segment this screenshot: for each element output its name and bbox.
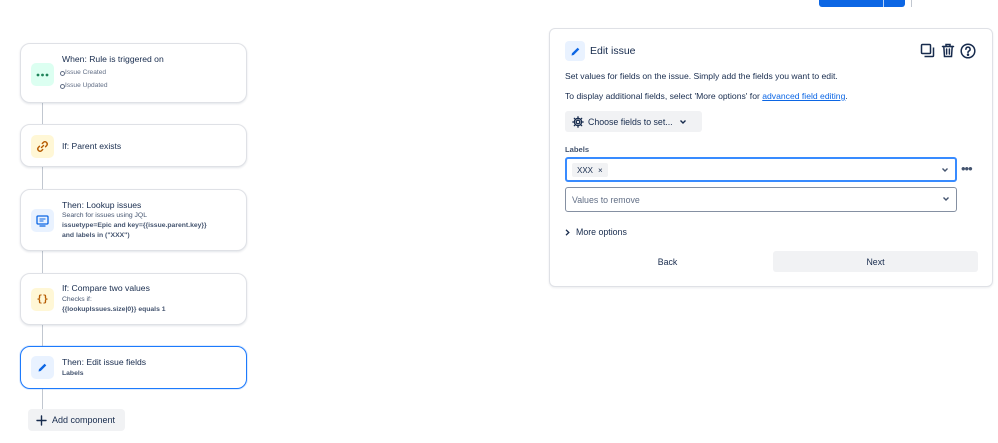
lookup-description: Search for issues using JQL bbox=[62, 212, 148, 219]
next-button[interactable]: Next bbox=[773, 251, 978, 272]
duplicate-icon[interactable] bbox=[919, 42, 936, 59]
chevron-right-icon bbox=[565, 228, 570, 236]
values-to-remove-select[interactable]: Values to remove bbox=[565, 187, 957, 212]
edit-description: Labels bbox=[62, 370, 84, 377]
help-icon[interactable] bbox=[959, 42, 976, 59]
values-to-remove-placeholder: Values to remove bbox=[572, 195, 640, 205]
top-button-split bbox=[883, 0, 884, 7]
compare-card[interactable]: {} If: Compare two values Checks if: {{l… bbox=[20, 273, 247, 325]
trigger-event: Issue Created bbox=[59, 69, 107, 76]
plus-icon bbox=[34, 414, 48, 426]
gear-icon bbox=[572, 115, 584, 128]
panel-intro: Set values for fields on the issue. Simp… bbox=[565, 71, 838, 81]
more-options-label: More options bbox=[576, 227, 627, 237]
add-component-label: Add component bbox=[52, 415, 116, 425]
flow-connector bbox=[42, 389, 43, 410]
label-tag-text: XXX bbox=[577, 165, 594, 175]
flow-connector bbox=[42, 103, 43, 125]
labels-field-label: Labels bbox=[565, 145, 590, 154]
braces-icon: {} bbox=[31, 288, 54, 311]
edit-card[interactable]: Then: Edit issue fields Labels bbox=[20, 346, 247, 389]
more-actions-icon[interactable]: ••• bbox=[961, 161, 973, 176]
compare-title: If: Compare two values bbox=[62, 283, 150, 293]
link-icon bbox=[31, 135, 54, 158]
chevron-down-icon[interactable] bbox=[941, 167, 949, 173]
trigger-card[interactable]: When: Rule is triggered on Issue Created… bbox=[20, 43, 247, 103]
chevron-down-icon[interactable] bbox=[942, 196, 950, 202]
labels-select[interactable]: XXX × bbox=[565, 157, 957, 182]
lookup-jql: and labels in ("XXX") bbox=[62, 232, 130, 239]
compare-expression: {{lookupIssues.size|0}} equals 1 bbox=[62, 306, 166, 313]
additional-prefix: To display additional fields, select 'Mo… bbox=[565, 91, 763, 101]
remove-tag-icon[interactable]: × bbox=[598, 166, 603, 175]
pencil-icon bbox=[31, 356, 54, 379]
trigger-title: When: Rule is triggered on bbox=[62, 54, 164, 64]
chevron-down-icon bbox=[679, 119, 687, 125]
lookup-title: Then: Lookup issues bbox=[62, 200, 142, 210]
trigger-event: Issue Updated bbox=[60, 82, 108, 89]
lookup-card[interactable]: Then: Lookup issues Search for issues us… bbox=[20, 189, 247, 251]
top-primary-button[interactable] bbox=[819, 0, 905, 7]
add-component-button[interactable]: Add component bbox=[28, 409, 125, 431]
edit-title: Then: Edit issue fields bbox=[62, 357, 147, 367]
flow-connector bbox=[42, 167, 43, 189]
compare-description: Checks if: bbox=[62, 296, 92, 303]
panel-title: Edit issue bbox=[590, 45, 636, 57]
condition-title: If: Parent exists bbox=[62, 141, 122, 151]
monitor-icon bbox=[31, 209, 54, 232]
panel-additional-text: To display additional fields, select 'Mo… bbox=[565, 91, 848, 101]
more-options-toggle[interactable]: More options bbox=[565, 227, 627, 237]
choose-fields-label: Choose fields to set... bbox=[588, 116, 673, 127]
edit-issue-panel: Edit issue Set values for fields on the … bbox=[549, 28, 993, 287]
top-divider bbox=[911, 0, 912, 7]
flow-connector bbox=[42, 251, 43, 273]
advanced-field-editing-link[interactable]: advanced field editing bbox=[762, 91, 845, 101]
label-tag: XXX × bbox=[572, 163, 608, 177]
choose-fields-button[interactable]: Choose fields to set... bbox=[565, 111, 702, 132]
condition-card[interactable]: If: Parent exists bbox=[20, 124, 247, 167]
trash-icon[interactable] bbox=[939, 42, 956, 59]
ellipsis-icon bbox=[31, 63, 54, 86]
lookup-jql: issuetype=Epic and key={{issue.parent.ke… bbox=[62, 222, 207, 229]
pencil-icon bbox=[565, 41, 585, 61]
flow-connector bbox=[42, 325, 43, 346]
additional-suffix: . bbox=[845, 91, 848, 101]
back-button[interactable]: Back bbox=[565, 251, 770, 272]
